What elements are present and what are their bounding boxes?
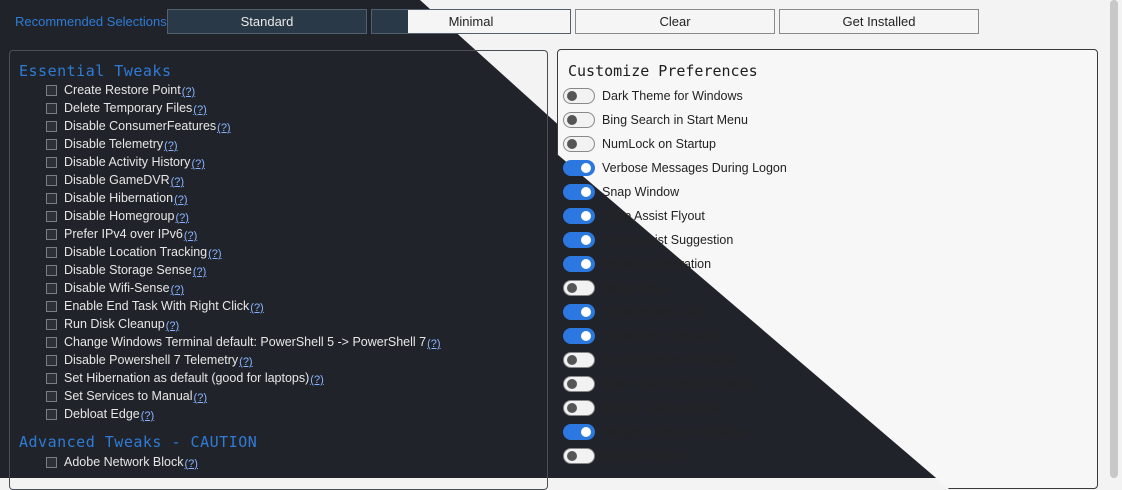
preference-toggle-row[interactable]: Mouse Acceleration [563,254,711,274]
toggle-knob [581,211,591,221]
clear-button[interactable]: Clear [575,9,775,34]
toggle-knob [581,235,591,245]
preference-toggle-row[interactable]: Show Hidden Files [563,302,706,322]
preference-label: Bing Search in Start Menu [602,113,748,127]
toggle-switch[interactable] [563,208,595,224]
preference-toggle-row[interactable]: Bing Search in Start Menu [563,110,748,130]
preference-label: Task View Button in Taskbar [602,377,758,391]
preference-label: Verbose Messages During Logon [602,161,787,175]
toggle-knob [581,307,591,317]
preference-label: Sticky Keys [602,281,667,295]
toggle-knob [567,91,577,101]
toggle-switch[interactable] [563,376,595,392]
minimal-button[interactable]: Minimal [371,9,571,34]
toggle-knob [567,379,577,389]
preference-label: Center Taskbar Items [602,401,721,415]
recommended-selections-label: Recommended Selections: [15,14,171,29]
toggle-switch[interactable] [563,448,595,464]
tweaks-panel [9,50,548,490]
preference-toggle-row[interactable]: Snap Assist Flyout [563,206,705,226]
preference-toggle-row[interactable]: Center Taskbar Items [563,398,721,418]
toggle-knob [581,427,591,437]
preference-label: Snap Assist Suggestion [602,233,734,247]
preference-toggle-row[interactable]: Dark Theme for Windows [563,86,743,106]
preference-toggle-row[interactable]: Detailed BSoD [563,446,684,466]
preference-toggle-row[interactable]: Snap Window [563,182,679,202]
preference-label: Search Button in Taskbar [602,353,742,367]
recommended-selections-bar: Recommended Selections: Standard Minimal… [0,0,1122,44]
toggle-switch[interactable] [563,160,595,176]
standard-button[interactable]: Standard [167,9,367,34]
preference-label: Detailed BSoD [602,449,684,463]
preference-label: Dark Theme for Windows [602,89,743,103]
preference-label: NumLock on Startup [602,137,716,151]
preference-label: Widgets Button in Taskbar [602,425,747,439]
preference-toggle-row[interactable]: NumLock on Startup [563,134,716,154]
preference-toggle-row[interactable]: Verbose Messages During Logon [563,158,787,178]
toggle-switch[interactable] [563,424,595,440]
preference-toggle-row[interactable]: Search Button in Taskbar [563,350,741,370]
scrollbar[interactable] [1110,0,1118,478]
toggle-knob [581,259,591,269]
toggle-knob [581,331,591,341]
customize-preferences-title: Customize Preferences [568,62,758,80]
toggle-knob [567,403,577,413]
toggle-knob [567,139,577,149]
toggle-switch[interactable] [563,136,595,152]
toggle-knob [581,163,591,173]
toggle-switch[interactable] [563,304,595,320]
toggle-switch[interactable] [563,352,595,368]
toggle-switch[interactable] [563,184,595,200]
preference-label: Show Hidden Files [602,305,707,319]
toggle-knob [581,187,591,197]
toggle-switch[interactable] [563,112,595,128]
get-installed-button[interactable]: Get Installed [779,9,979,34]
preference-toggle-row[interactable]: Snap Assist Suggestion [563,230,733,250]
toggle-knob [567,283,577,293]
toggle-knob [567,355,577,365]
preference-toggle-row[interactable]: Show File Extensions [563,326,722,346]
preference-label: Show File Extensions [602,329,722,343]
toggle-switch[interactable] [563,280,595,296]
preference-label: Mouse Acceleration [602,257,712,271]
minimal-button-label: Minimal [448,14,494,29]
toggle-knob [567,115,577,125]
toggle-switch[interactable] [563,88,595,104]
preference-toggle-row[interactable]: Sticky Keys [563,278,667,298]
preference-toggle-row[interactable]: Widgets Button in Taskbar [563,422,747,442]
preference-toggle-row[interactable]: Task View Button in Taskbar [563,374,758,394]
preference-label: Snap Assist Flyout [602,209,705,223]
toggle-switch[interactable] [563,328,595,344]
toggle-switch[interactable] [563,400,595,416]
toggle-knob [567,451,577,461]
toggle-switch[interactable] [563,256,595,272]
preference-label: Snap Window [602,185,680,199]
toggle-switch[interactable] [563,232,595,248]
